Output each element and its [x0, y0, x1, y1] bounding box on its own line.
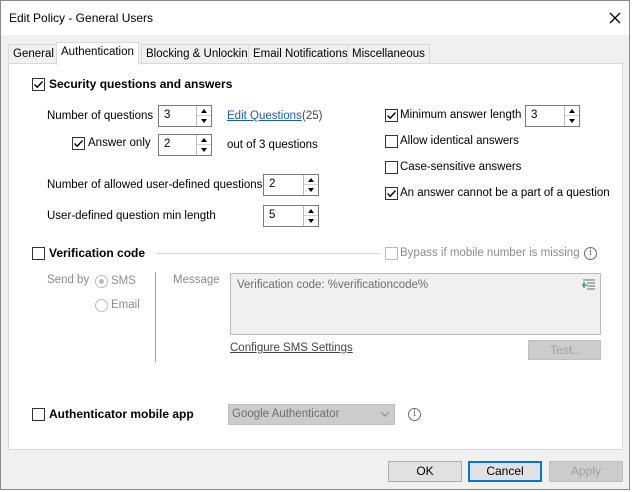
apply-button[interactable]: Apply — [549, 461, 623, 482]
case-sensitive-checkbox[interactable] — [385, 161, 398, 174]
info-icon[interactable]: i — [408, 408, 421, 421]
authentication-panel: Security questions and answers Number of… — [8, 63, 623, 450]
answer-only-checkbox[interactable] — [72, 137, 85, 150]
authenticator-app-select[interactable]: Google Authenticator — [228, 404, 395, 425]
tab-general[interactable]: General — [8, 44, 59, 64]
out-of-questions-text: out of 3 questions — [227, 139, 318, 151]
min-answer-length-checkbox[interactable] — [385, 109, 398, 122]
answer-only-label: Answer only — [88, 137, 151, 149]
tab-blocking-unlocking[interactable]: Blocking & Unlocking — [141, 44, 260, 64]
allow-identical-label: Allow identical answers — [400, 135, 519, 147]
vertical-divider — [155, 272, 156, 362]
stepper-down-icon[interactable] — [565, 116, 579, 126]
verification-code-checkbox[interactable] — [32, 247, 45, 260]
message-label: Message — [173, 274, 220, 286]
stepper-down-icon[interactable] — [304, 185, 318, 195]
answer-not-part-label: An answer cannot be a part of a question — [400, 187, 610, 199]
min-length-stepper[interactable]: 5 — [263, 205, 319, 227]
stepper-down-icon[interactable] — [197, 145, 211, 155]
insert-variable-icon[interactable] — [581, 279, 596, 294]
allow-identical-checkbox[interactable] — [385, 135, 398, 148]
security-questions-header: Security questions and answers — [49, 77, 233, 91]
close-icon[interactable] — [604, 7, 626, 29]
verification-code-header: Verification code — [49, 246, 146, 260]
cancel-button[interactable]: Cancel — [468, 461, 542, 482]
authenticator-checkbox[interactable] — [32, 408, 45, 421]
stepper-up-icon[interactable] — [197, 135, 211, 145]
test-button[interactable]: Test.. — [528, 340, 601, 360]
configure-sms-link[interactable]: Configure SMS Settings — [230, 342, 353, 354]
num-questions-stepper[interactable]: 3 — [158, 105, 212, 127]
stepper-up-icon[interactable] — [197, 106, 211, 116]
email-label: Email — [111, 299, 140, 311]
ok-button[interactable]: OK — [388, 461, 462, 482]
tab-email-notifications[interactable]: Email Notifications — [248, 44, 353, 64]
sms-radio[interactable] — [95, 275, 108, 288]
allowed-user-defined-stepper[interactable]: 2 — [263, 174, 319, 196]
answer-only-stepper[interactable]: 2 — [158, 134, 212, 156]
stepper-up-icon[interactable] — [304, 206, 318, 216]
edit-questions-link[interactable]: Edit Questions — [227, 110, 302, 122]
message-textarea[interactable]: Verification code: %verificationcode% — [230, 273, 601, 335]
title-bar: Edit Policy - General Users — [1, 1, 629, 35]
case-sensitive-label: Case-sensitive answers — [400, 161, 522, 173]
send-by-label: Send by — [47, 274, 90, 286]
min-answer-length-label: Minimum answer length — [400, 109, 522, 121]
bypass-label: Bypass if mobile number is missing — [400, 247, 580, 259]
tab-miscellaneous[interactable]: Miscellaneous — [347, 44, 430, 64]
window-title: Edit Policy - General Users — [9, 11, 154, 25]
email-radio[interactable] — [95, 299, 108, 312]
bypass-checkbox[interactable] — [385, 247, 398, 260]
answer-not-part-checkbox[interactable] — [385, 187, 398, 200]
sms-label: SMS — [111, 275, 136, 287]
stepper-down-icon[interactable] — [197, 116, 211, 126]
authenticator-header: Authenticator mobile app — [49, 407, 194, 421]
stepper-down-icon[interactable] — [304, 216, 318, 226]
section-divider — [156, 253, 381, 254]
num-questions-label: Number of questions — [47, 110, 154, 122]
security-questions-checkbox[interactable] — [32, 78, 45, 91]
info-icon[interactable]: i — [584, 247, 597, 260]
min-length-label: User-defined question min length — [47, 210, 216, 222]
stepper-up-icon[interactable] — [304, 175, 318, 185]
tab-authentication[interactable]: Authentication — [56, 42, 139, 65]
allowed-user-defined-label: Number of allowed user-defined questions — [47, 179, 263, 191]
chevron-down-icon — [380, 409, 390, 422]
edit-policy-dialog: Edit Policy - General Users General Auth… — [0, 0, 630, 490]
questions-count: (25) — [302, 110, 323, 122]
min-answer-length-stepper[interactable]: 3 — [525, 105, 580, 127]
stepper-up-icon[interactable] — [565, 106, 579, 116]
